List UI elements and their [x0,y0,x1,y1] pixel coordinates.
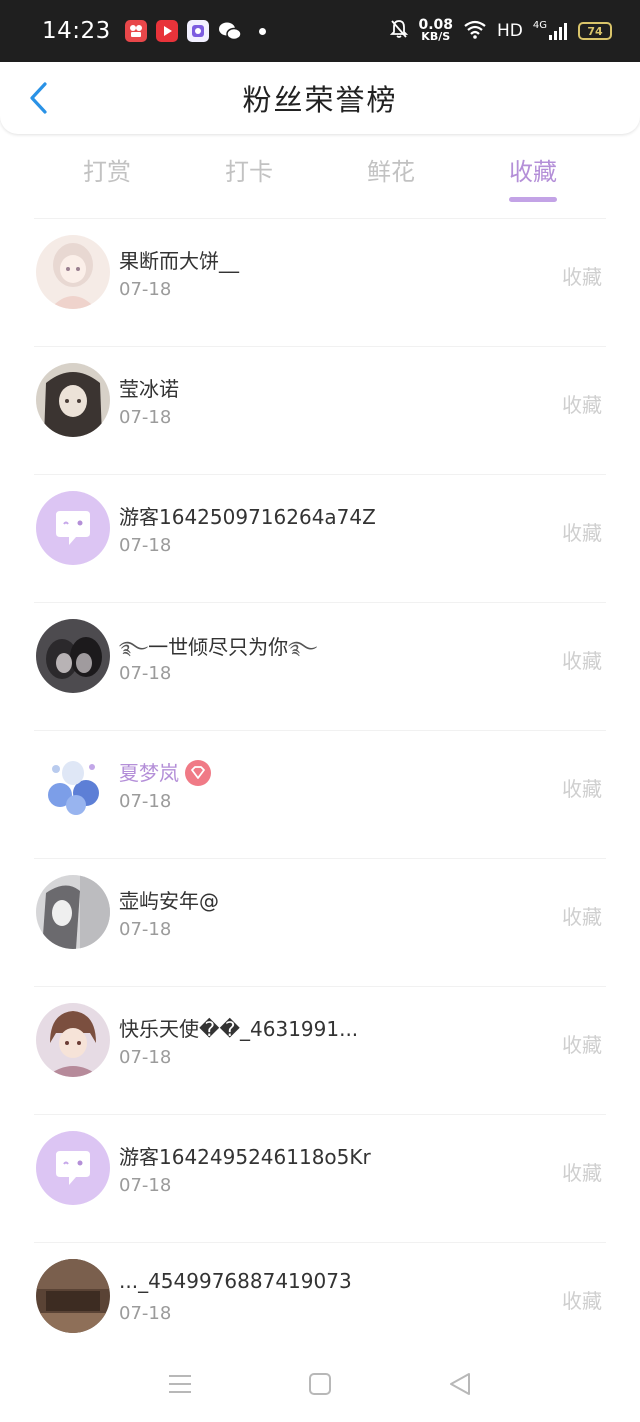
wechat-icon [218,20,242,42]
date: 07-18 [119,1175,172,1196]
favorite-label: 收藏 [562,1289,602,1313]
avatar[interactable] [36,875,110,949]
status-bar: 14:23 0.08 KB/S HD 4G 74 [0,0,640,62]
favorite-label: 收藏 [562,521,602,545]
tab-reward[interactable]: 打赏 [36,140,178,210]
default-chat-avatar[interactable] [36,491,110,565]
date: 07-18 [119,919,172,940]
favorite-label: 收藏 [562,905,602,929]
network-speed: 0.08 KB/S [418,17,453,43]
fan-list: 果断而大饼__ 07-18 收藏 莹冰诺 07-18 收藏 游客16425097… [0,218,640,1370]
mute-bell-icon [390,19,409,43]
avatar[interactable] [36,619,110,693]
list-item[interactable]: 壶屿安年@ 07-18 收藏 [34,858,606,986]
back-button[interactable] [20,78,56,118]
favorite-label: 收藏 [562,393,602,417]
date: 07-18 [119,407,172,428]
chevron-left-icon [30,82,47,114]
page-title: 粉丝荣誉榜 [242,83,398,117]
avatar[interactable] [36,1003,110,1077]
date: 07-18 [119,279,172,300]
tab-bar: 打赏 打卡 鲜花 收藏 [0,140,640,210]
tab-checkin[interactable]: 打卡 [178,140,320,210]
favorite-label: 收藏 [562,777,602,801]
notification-icons [124,20,266,42]
user-name: ..._4549976887419073 [119,1269,352,1293]
date: 07-18 [119,1303,172,1324]
avatar[interactable] [36,235,110,309]
swirl-decoration-icon: ࿐ [119,638,149,659]
default-chat-avatar[interactable] [36,1131,110,1205]
user-name: 游客1642509716264a74Z [119,505,376,529]
list-item[interactable]: 果断而大饼__ 07-18 收藏 [34,218,606,346]
user-name: 夏梦岚 [119,757,211,788]
date: 07-18 [119,663,172,684]
user-name: 莹冰诺 [119,377,179,401]
list-item[interactable]: 游客1642495246118o5Kr 07-18 收藏 [34,1114,606,1242]
home-square-icon[interactable] [308,1372,332,1400]
favorite-label: 收藏 [562,1161,602,1185]
system-navigation-bar [0,1350,640,1422]
avatar[interactable] [36,363,110,437]
status-time: 14:23 [42,18,111,44]
list-item[interactable]: 夏梦岚 07-18 收藏 [34,730,606,858]
user-name: 壶屿安年@ [119,889,219,913]
favorite-label: 收藏 [562,1033,602,1057]
tab-favorites[interactable]: 收藏 [462,140,604,210]
avatar[interactable] [36,1259,110,1333]
menu-icon[interactable] [167,1372,193,1400]
signal-icon: 4G [533,21,568,41]
favorite-label: 收藏 [562,265,602,289]
favorite-label: 收藏 [562,649,602,673]
kuaishou-app-icon [124,20,147,42]
avatar[interactable] [36,747,110,821]
purple-app-icon [186,20,209,42]
battery-indicator: 74 [578,22,612,40]
status-right: 0.08 KB/S HD 4G 74 [390,17,612,43]
back-triangle-icon[interactable] [447,1371,473,1401]
list-item[interactable]: 快乐天使��_4631991... 07-18 收藏 [34,986,606,1114]
video-app-icon [155,20,178,42]
wifi-icon [463,19,487,43]
date: 07-18 [119,1047,172,1068]
tab-flowers[interactable]: 鲜花 [320,140,462,210]
date: 07-18 [119,535,172,556]
list-item[interactable]: ࿐一世倾尽只为你࿐ 07-18 收藏 [34,602,606,730]
page-header: 粉丝荣誉榜 [0,62,640,134]
user-name: 游客1642495246118o5Kr [119,1145,371,1169]
list-item[interactable]: 莹冰诺 07-18 收藏 [34,346,606,474]
user-name: 快乐天使��_4631991... [119,1017,359,1041]
vip-diamond-icon [185,759,211,786]
date: 07-18 [119,791,172,812]
swirl-decoration-icon: ࿐ [288,638,318,659]
user-name: 果断而大饼__ [119,249,239,273]
list-item[interactable]: 游客1642509716264a74Z 07-18 收藏 [34,474,606,602]
hd-label: HD [497,21,523,41]
more-notifications-dot [258,27,266,35]
